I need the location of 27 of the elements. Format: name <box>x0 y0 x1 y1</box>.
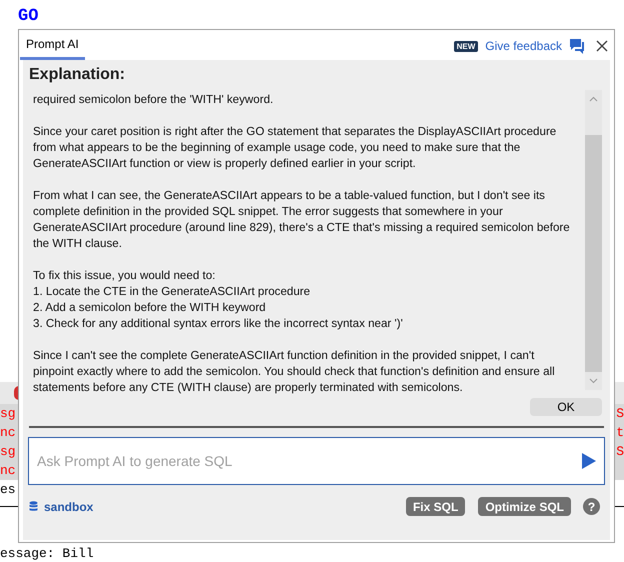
error-message: S <box>616 443 624 461</box>
prompt-field[interactable]: Ask Prompt AI to generate SQL <box>28 437 605 485</box>
help-button[interactable]: ? <box>583 498 600 515</box>
error-message: sg <box>0 405 16 423</box>
scrollbar-thumb[interactable] <box>585 135 602 372</box>
action-button[interactable]: Optimize SQL <box>478 497 571 516</box>
close-icon[interactable] <box>596 40 608 52</box>
output-text: essage: Bill <box>0 545 94 562</box>
keyword: GO <box>18 7 38 26</box>
error-message: nc <box>0 462 16 480</box>
database-icon <box>29 500 38 512</box>
explanation-heading: Explanation: <box>28 65 126 85</box>
scroll-up-icon[interactable] <box>589 96 598 102</box>
chat-icon[interactable] <box>569 38 585 54</box>
output-text: es <box>0 481 16 499</box>
ok-button[interactable]: OK <box>530 398 602 416</box>
new-badge: NEW <box>454 40 478 52</box>
error-message: t <box>616 424 624 442</box>
error-message: nc <box>0 424 16 442</box>
send-icon[interactable] <box>581 452 597 470</box>
database-link[interactable]: sandbox <box>44 498 94 516</box>
action-button[interactable]: Fix SQL <box>406 497 466 516</box>
scrollbar[interactable] <box>585 90 602 390</box>
error-message: sg <box>0 443 16 461</box>
scroll-down-icon[interactable] <box>589 378 598 384</box>
error-message: S <box>616 405 624 423</box>
feedback-link[interactable]: Give feedback <box>485 37 562 55</box>
